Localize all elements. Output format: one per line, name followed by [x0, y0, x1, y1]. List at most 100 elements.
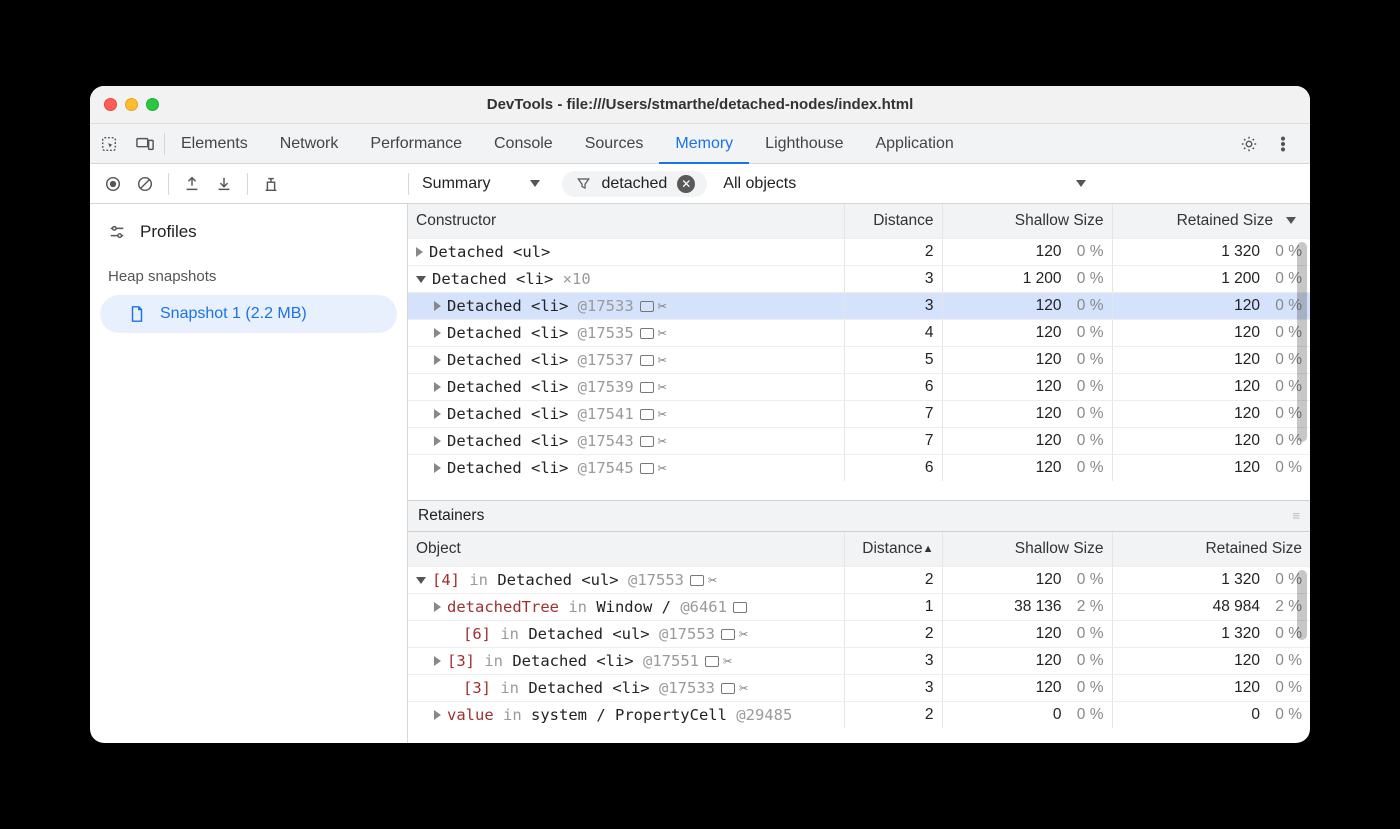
table-row[interactable]: value in system / PropertyCell @29485200…	[408, 701, 1310, 728]
table-row[interactable]: Detached <li> @17543✂71200 %1200 %	[408, 427, 1310, 454]
tab-elements[interactable]: Elements	[165, 125, 264, 165]
retainers-header[interactable]: Retainers ≡	[408, 500, 1310, 532]
reveal-icon[interactable]	[640, 301, 654, 312]
table-row[interactable]: detachedTree in Window / @6461138 1362 %…	[408, 593, 1310, 620]
table-row[interactable]: [3] in Detached <li> @17551✂31200 %1200 …	[408, 647, 1310, 674]
tab-memory[interactable]: Memory	[659, 125, 749, 165]
sidebar-snapshot-label: Snapshot 1 (2.2 MB)	[160, 305, 307, 323]
scissors-icon[interactable]: ✂	[658, 380, 667, 395]
scrollbar[interactable]	[1297, 570, 1307, 640]
retainers-label: Retainers	[418, 507, 484, 525]
reveal-icon[interactable]	[640, 436, 654, 447]
reveal-icon[interactable]	[640, 355, 654, 366]
reveal-icon[interactable]	[705, 656, 719, 667]
file-icon	[128, 305, 146, 323]
separator	[168, 173, 169, 195]
tab-application[interactable]: Application	[859, 125, 969, 165]
table-row[interactable]: Detached <li> @17533✂31200 %1200 %	[408, 292, 1310, 319]
scissors-icon[interactable]: ✂	[658, 434, 667, 449]
class-filter-pill[interactable]: detached ✕	[562, 171, 707, 197]
titlebar: DevTools - file:///Users/stmarthe/detach…	[90, 86, 1310, 124]
reveal-icon[interactable]	[733, 602, 747, 613]
download-icon[interactable]	[215, 175, 233, 193]
upload-icon[interactable]	[183, 175, 201, 193]
separator	[247, 173, 248, 195]
table-row[interactable]: [3] in Detached <li> @17533✂31200 %1200 …	[408, 674, 1310, 701]
zoom-window-button[interactable]	[146, 98, 159, 111]
table-row[interactable]: Detached <li> @17535✂41200 %1200 %	[408, 319, 1310, 346]
sliders-icon	[108, 223, 126, 241]
window-title: DevTools - file:///Users/stmarthe/detach…	[90, 96, 1310, 113]
retainers-table-wrap: Object Distance▲ Shallow Size Retained S…	[408, 532, 1310, 743]
tab-sources[interactable]: Sources	[569, 125, 660, 165]
clear-icon[interactable]	[136, 175, 154, 193]
kebab-menu-icon[interactable]	[1274, 135, 1292, 153]
col-retained-size[interactable]: Retained Size	[1112, 204, 1310, 238]
view-selector-label: Summary	[422, 175, 490, 193]
table-row[interactable]: Detached <li> @17537✂51200 %1200 %	[408, 346, 1310, 373]
scrollbar[interactable]	[1297, 242, 1307, 442]
constructors-table: Constructor Distance Shallow Size Retain…	[408, 204, 1310, 481]
scissors-icon[interactable]: ✂	[723, 654, 732, 669]
devtools-window: DevTools - file:///Users/stmarthe/detach…	[90, 86, 1310, 743]
reveal-icon[interactable]	[640, 328, 654, 339]
sidebar: Profiles Heap snapshots Snapshot 1 (2.2 …	[90, 204, 408, 743]
close-window-button[interactable]	[104, 98, 117, 111]
table-row[interactable]: Detached <li> ×1031 2000 %1 2000 %	[408, 265, 1310, 292]
scope-selector[interactable]: All objects	[717, 171, 1098, 197]
sidebar-profiles[interactable]: Profiles	[90, 210, 407, 254]
table-row[interactable]: Detached <li> @17545✂61200 %1200 %	[408, 454, 1310, 481]
col-object[interactable]: Object	[408, 532, 844, 566]
reveal-icon[interactable]	[640, 463, 654, 474]
reveal-icon[interactable]	[690, 575, 704, 586]
retainers-table: Object Distance▲ Shallow Size Retained S…	[408, 532, 1310, 728]
tab-lighthouse[interactable]: Lighthouse	[749, 125, 859, 165]
table-row[interactable]: Detached <li> @17541✂71200 %1200 %	[408, 400, 1310, 427]
table-row[interactable]: [4] in Detached <ul> @17553✂21200 %1 320…	[408, 566, 1310, 593]
table-row[interactable]: Detached <li> @17539✂61200 %1200 %	[408, 373, 1310, 400]
main-tabs: ElementsNetworkPerformanceConsoleSources…	[90, 124, 1310, 164]
col-retained-size[interactable]: Retained Size	[1112, 532, 1310, 566]
device-toolbar-icon[interactable]	[136, 135, 154, 153]
reveal-icon[interactable]	[640, 382, 654, 393]
main-panel: Constructor Distance Shallow Size Retain…	[408, 204, 1310, 743]
col-distance[interactable]: Distance	[844, 204, 942, 238]
scissors-icon[interactable]: ✂	[658, 326, 667, 341]
col-constructor[interactable]: Constructor	[408, 204, 844, 238]
filter-value: detached	[601, 175, 667, 193]
chevron-down-icon	[1076, 180, 1086, 187]
clear-filter-button[interactable]: ✕	[677, 175, 695, 193]
scissors-icon[interactable]: ✂	[739, 627, 748, 642]
scissors-icon[interactable]: ✂	[658, 407, 667, 422]
tab-console[interactable]: Console	[478, 125, 569, 165]
table-row[interactable]: Detached <ul>21200 %1 3200 %	[408, 238, 1310, 265]
sidebar-item-snapshot[interactable]: Snapshot 1 (2.2 MB)	[100, 295, 397, 333]
reveal-icon[interactable]	[721, 629, 735, 640]
inspect-element-icon[interactable]	[100, 135, 118, 153]
reveal-icon[interactable]	[721, 683, 735, 694]
col-distance[interactable]: Distance▲	[844, 532, 942, 566]
view-selector[interactable]: Summary	[416, 171, 552, 197]
tab-performance[interactable]: Performance	[354, 125, 478, 165]
table-row[interactable]: [6] in Detached <ul> @17553✂21200 %1 320…	[408, 620, 1310, 647]
chevron-down-icon	[530, 180, 540, 187]
minimize-window-button[interactable]	[125, 98, 138, 111]
gear-icon[interactable]	[1240, 135, 1258, 153]
filter-icon	[576, 176, 591, 191]
scissors-icon[interactable]: ✂	[708, 573, 717, 588]
constructors-table-wrap: Constructor Distance Shallow Size Retain…	[408, 204, 1310, 500]
col-shallow-size[interactable]: Shallow Size	[942, 532, 1112, 566]
col-shallow-size[interactable]: Shallow Size	[942, 204, 1112, 238]
tab-network[interactable]: Network	[264, 125, 355, 165]
sidebar-heap-snapshots-label: Heap snapshots	[90, 254, 407, 291]
traffic-lights	[90, 98, 159, 111]
scissors-icon[interactable]: ✂	[658, 299, 667, 314]
scissors-icon[interactable]: ✂	[658, 353, 667, 368]
garbage-collect-icon[interactable]	[262, 175, 280, 193]
drag-handle-icon[interactable]: ≡	[1292, 513, 1302, 519]
scissors-icon[interactable]: ✂	[739, 681, 748, 696]
scissors-icon[interactable]: ✂	[658, 461, 667, 476]
record-icon[interactable]	[104, 175, 122, 193]
sidebar-profiles-label: Profiles	[140, 222, 197, 242]
reveal-icon[interactable]	[640, 409, 654, 420]
